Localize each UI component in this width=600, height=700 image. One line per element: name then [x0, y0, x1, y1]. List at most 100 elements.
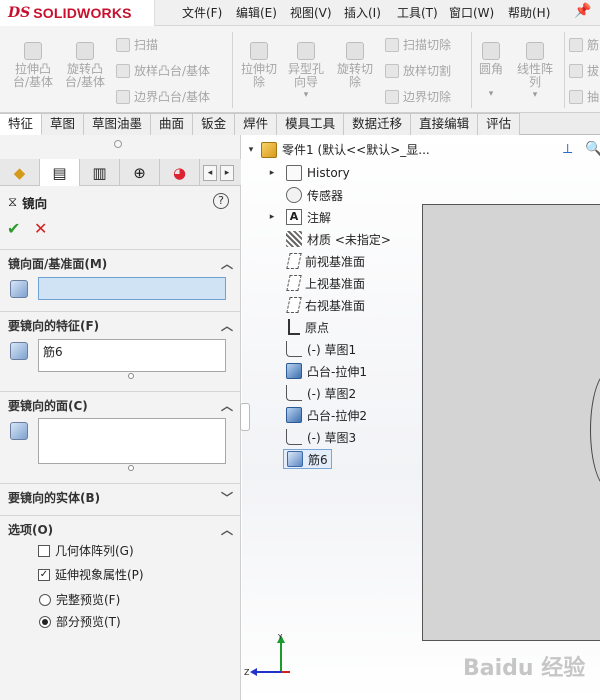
partial-preview-option[interactable]: 部分预览(T) [39, 613, 121, 630]
partial-preview-radio[interactable] [39, 615, 51, 628]
boundary-cut-button[interactable]: 边界切除 [385, 88, 451, 105]
chevron-up-icon[interactable]: ︿ [221, 317, 233, 334]
fillet-button[interactable]: 圆角 ▾ [476, 42, 506, 101]
bodies-section-header[interactable]: 要镜向的实体(B) ﹀ [0, 486, 241, 508]
propagate-visual-checkbox[interactable]: ✓ [38, 568, 50, 581]
tab-mold-tools[interactable]: 模具工具 [277, 113, 345, 135]
solidworks-logo[interactable]: DS SOLIDWORKS [0, 0, 155, 26]
material-icon [286, 231, 302, 247]
tab-data-migration[interactable]: 数据迁移 [344, 113, 412, 135]
pin-icon[interactable]: 📌 [574, 3, 591, 19]
menu-view[interactable]: 视图(V) [290, 4, 332, 21]
faces-section-header[interactable]: 要镜向的面(C) ︿ [0, 394, 241, 416]
sweep-cut-label: 扫描切除 [403, 38, 452, 52]
list-resize-grip[interactable] [128, 373, 134, 379]
chevron-down-icon[interactable]: ▾ [512, 89, 558, 102]
menu-tools[interactable]: 工具(T) [397, 4, 438, 21]
collapse-arrow-icon[interactable]: ▾ [245, 145, 257, 155]
tree-item-boss-extrude2[interactable]: 凸台-拉伸2 [266, 405, 367, 425]
menu-window[interactable]: 窗口(W) [449, 4, 494, 21]
features-list-field[interactable]: 筋6 [38, 339, 226, 372]
tree-item-boss-extrude1[interactable]: 凸台-拉伸1 [266, 361, 367, 381]
features-section-header[interactable]: 要镜向的特征(F) ︿ [0, 314, 241, 336]
menu-edit[interactable]: 编辑(E) [236, 4, 277, 21]
loft-cut-button[interactable]: 放样切割 [385, 62, 451, 79]
menu-file[interactable]: 文件(F) [182, 4, 222, 21]
menu-insert[interactable]: 插入(I) [344, 4, 381, 21]
dimxpert-tab[interactable]: ⊕ [120, 159, 160, 186]
ok-button[interactable]: ✔ [7, 219, 20, 238]
scroll-right-button[interactable]: ▸ [220, 165, 234, 181]
rib-button[interactable]: 筋 [569, 36, 600, 53]
tree-item-sketch3[interactable]: (-) 草图3 [266, 427, 356, 447]
tab-features[interactable]: 特征 [0, 113, 43, 135]
tab-weldments[interactable]: 焊件 [235, 113, 278, 135]
tree-item-front-plane[interactable]: 前视基准面 [266, 251, 365, 271]
chevron-down-icon[interactable]: ﹀ [221, 489, 233, 506]
tree-root[interactable]: ▾ 零件1 (默认<<默认>_显... [245, 141, 430, 158]
tab-sketch-ink[interactable]: 草图油墨 [84, 113, 152, 135]
scroll-left-button[interactable]: ◂ [203, 165, 217, 181]
full-preview-radio[interactable] [39, 593, 51, 606]
extrude-boss-button[interactable]: 拉伸凸台/基体 [8, 42, 58, 89]
options-section-header[interactable]: 选项(O) ︿ [0, 518, 241, 540]
divider [0, 483, 241, 484]
tree-item-sketch2[interactable]: (-) 草图2 [266, 383, 356, 403]
boundary-boss-button[interactable]: 边界凸台/基体 [116, 88, 210, 105]
expand-arrow-icon[interactable]: ▸ [266, 212, 278, 222]
tree-item-top-plane[interactable]: 上视基准面 [266, 273, 365, 293]
propagate-visual-option[interactable]: ✓ 延伸视象属性(P) [38, 566, 144, 583]
chevron-up-icon[interactable]: ︿ [221, 397, 233, 414]
geometry-pattern-checkbox[interactable] [38, 544, 50, 557]
tree-item-right-plane[interactable]: 右视基准面 [266, 295, 365, 315]
cancel-button[interactable]: ✕ [34, 219, 47, 238]
mirror-plane-field[interactable] [38, 277, 226, 300]
panel-resize-grip[interactable] [114, 140, 122, 148]
origin-icon [288, 319, 300, 335]
draft-button[interactable]: 拔 [569, 62, 600, 79]
panel-collapse-handle[interactable] [240, 403, 250, 431]
chevron-down-icon[interactable]: ▾ [476, 88, 506, 101]
hole-wizard-button[interactable]: 异型孔向导 ▾ [283, 42, 329, 102]
revolve-cut-button[interactable]: 旋转切除 [334, 42, 376, 89]
tab-surfaces[interactable]: 曲面 [151, 113, 194, 135]
full-preview-option[interactable]: 完整预览(F) [39, 591, 120, 608]
mirror-plane-section-header[interactable]: 镜向面/基准面(M) ︿ [0, 252, 241, 274]
property-manager-tab[interactable]: ▤ [40, 159, 80, 186]
shell-button[interactable]: 抽 [569, 88, 600, 105]
loft-boss-button[interactable]: 放样凸台/基体 [116, 62, 210, 79]
display-manager-tab[interactable]: ◕ [160, 159, 200, 186]
model-body[interactable] [422, 204, 600, 641]
chevron-up-icon[interactable]: ︿ [221, 521, 233, 538]
extrude-cut-button[interactable]: 拉伸切除 [238, 42, 280, 89]
help-icon[interactable]: ? [213, 193, 229, 209]
sweep-cut-button[interactable]: 扫描切除 [385, 36, 451, 53]
tree-item-material[interactable]: 材质 <未指定> [266, 229, 391, 249]
tab-sketch[interactable]: 草图 [42, 113, 85, 135]
list-resize-grip[interactable] [128, 465, 134, 471]
menu-help[interactable]: 帮助(H) [508, 4, 550, 21]
sweep-button[interactable]: 扫描 [116, 36, 158, 53]
feature-manager-tab[interactable]: ◆ [0, 159, 40, 186]
chevron-down-icon[interactable]: ▾ [283, 89, 329, 102]
configuration-manager-tab[interactable]: ▥ [80, 159, 120, 186]
tree-item-annotations[interactable]: ▸ A 注解 [266, 207, 331, 227]
tab-evaluate[interactable]: 评估 [478, 113, 521, 135]
tree-item-sketch1[interactable]: (-) 草图1 [266, 339, 356, 359]
view-orientation-icon[interactable]: ⟂ [563, 141, 572, 157]
expand-arrow-icon[interactable]: ▸ [266, 168, 278, 178]
revolve-boss-button[interactable]: 旋转凸台/基体 [60, 42, 110, 89]
linear-pattern-button[interactable]: 线性阵列 ▾ [512, 42, 558, 102]
tab-sheet-metal[interactable]: 钣金 [193, 113, 236, 135]
tree-item-sensors[interactable]: 传感器 [266, 185, 343, 205]
tab-direct-editing[interactable]: 直接编辑 [411, 113, 479, 135]
tree-item-history[interactable]: ▸ History [266, 163, 350, 183]
sweep-label: 扫描 [134, 38, 159, 52]
geometry-pattern-option[interactable]: 几何体阵列(G) [38, 542, 134, 559]
faces-list-field[interactable] [38, 418, 226, 464]
tree-item-label: (-) 草图3 [307, 430, 357, 445]
tree-item-origin[interactable]: 原点 [266, 317, 329, 337]
tree-item-rib6[interactable]: 筋6 [283, 449, 332, 469]
chevron-up-icon[interactable]: ︿ [221, 255, 233, 272]
zoom-icon[interactable]: 🔍 [585, 141, 600, 157]
